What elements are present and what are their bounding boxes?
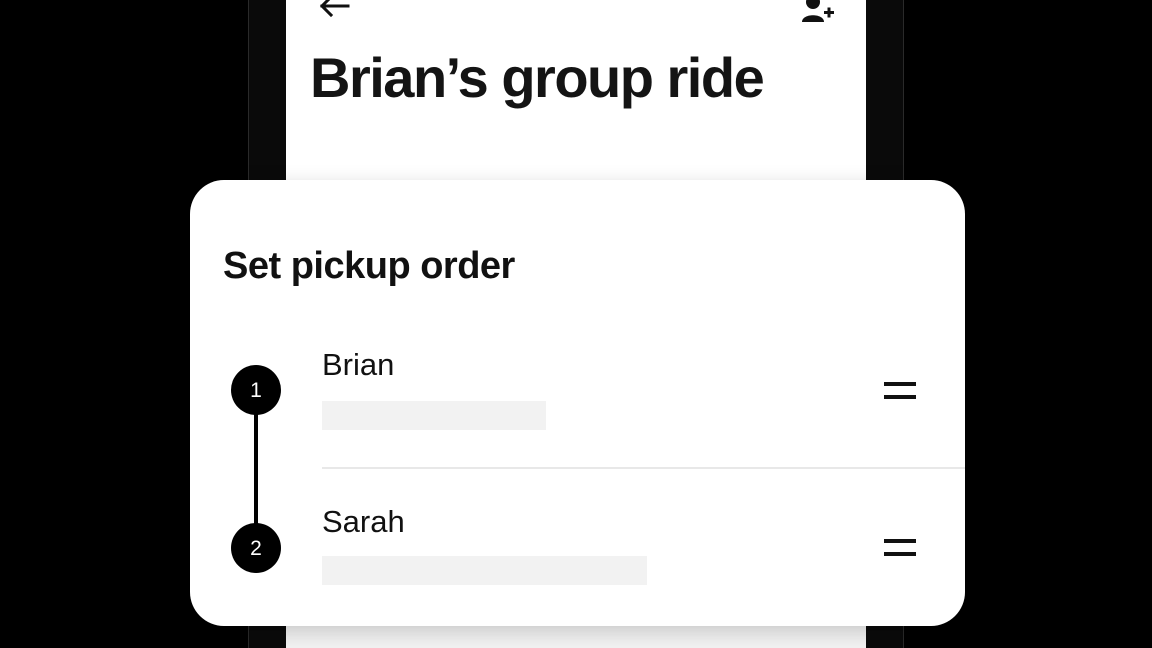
screen-bottom-strip — [286, 626, 866, 648]
step-badge-2: 2 — [231, 523, 281, 573]
sheet-title: Set pickup order — [223, 245, 515, 287]
rider-address-placeholder — [322, 401, 546, 430]
row-divider — [322, 467, 965, 469]
step-badge-1: 1 — [231, 365, 281, 415]
drag-handle-icon[interactable] — [884, 380, 916, 402]
step-number: 2 — [250, 536, 262, 560]
rider-name-brian: Brian — [322, 347, 395, 382]
page-title: Brian’s group ride — [310, 46, 765, 109]
add-person-icon[interactable] — [800, 0, 836, 24]
pickup-order-card: Set pickup order 1 Brian 2 Sarah — [190, 180, 965, 626]
stage: Brian’s group ride Set pickup order 1 Br… — [0, 0, 1152, 648]
arrow-left-icon[interactable] — [318, 0, 352, 18]
rider-name-sarah: Sarah — [322, 504, 405, 539]
drag-handle-icon[interactable] — [884, 537, 916, 559]
rider-address-placeholder — [322, 556, 647, 585]
step-number: 1 — [250, 378, 262, 402]
